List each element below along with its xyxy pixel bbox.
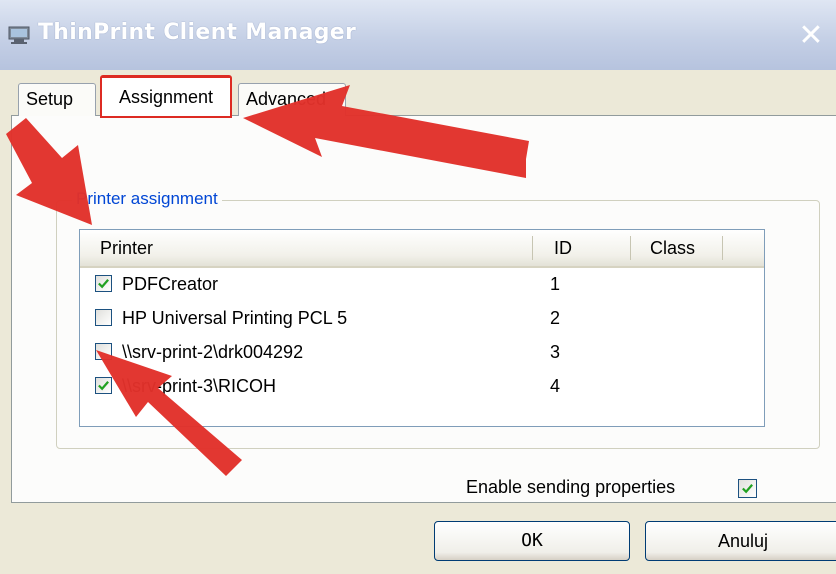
printer-app-icon [8, 26, 30, 44]
printer-checkbox[interactable] [95, 275, 112, 292]
column-separator[interactable] [722, 236, 723, 260]
column-header-class[interactable]: Class [650, 230, 695, 266]
close-button[interactable]: ✕ [796, 21, 826, 52]
cancel-button[interactable]: Anuluj [645, 521, 836, 561]
printer-checkbox[interactable] [95, 377, 112, 394]
checkmark-icon [98, 279, 109, 289]
list-item[interactable]: \\srv-print-3\RICOH 4 [80, 369, 764, 403]
column-separator[interactable] [630, 236, 631, 260]
printer-id: 2 [550, 308, 561, 328]
enable-sending-properties-label: Enable sending properties [466, 477, 676, 497]
printer-name: \\srv-print-3\RICOH [122, 376, 277, 396]
column-separator[interactable] [532, 236, 533, 260]
printer-name: HP Universal Printing PCL 5 [122, 308, 348, 328]
window-title: ThinPrint Client Manager [38, 20, 357, 45]
printer-checkbox[interactable] [95, 309, 112, 326]
list-item[interactable]: HP Universal Printing PCL 5 2 [80, 301, 764, 335]
printer-id: 1 [550, 274, 561, 294]
list-item[interactable]: \\srv-print-2\drk004292 3 [80, 335, 764, 369]
list-item[interactable]: PDFCreator 1 [80, 267, 764, 301]
column-header-printer[interactable]: Printer [100, 230, 153, 266]
printer-name: PDFCreator [122, 274, 219, 294]
tab-panel-assignment: Printer assignment Printer ID Class PDFC… [11, 115, 836, 503]
printer-id: 3 [550, 342, 561, 362]
dialog-body: Printer assignment Printer ID Class PDFC… [0, 70, 836, 574]
printer-assignment-label: Printer assignment [72, 189, 222, 209]
tab-setup[interactable]: Setup [18, 83, 96, 116]
printer-id: 4 [550, 376, 561, 396]
checkmark-icon [742, 484, 753, 494]
printer-name: \\srv-print-2\drk004292 [122, 342, 304, 362]
printer-list[interactable]: Printer ID Class PDFCreator 1 HP Univers… [79, 229, 765, 427]
title-bar: ThinPrint Client Manager ✕ [0, 0, 836, 70]
column-header-id[interactable]: ID [554, 230, 572, 266]
checkmark-icon [98, 381, 109, 391]
ok-button[interactable]: OK [434, 521, 630, 561]
list-header: Printer ID Class [80, 230, 764, 268]
tab-assignment[interactable]: Assignment [100, 75, 232, 118]
printer-checkbox[interactable] [95, 343, 112, 360]
enable-sending-properties-checkbox[interactable] [738, 479, 757, 498]
tab-advanced[interactable]: Advanced [238, 83, 346, 116]
